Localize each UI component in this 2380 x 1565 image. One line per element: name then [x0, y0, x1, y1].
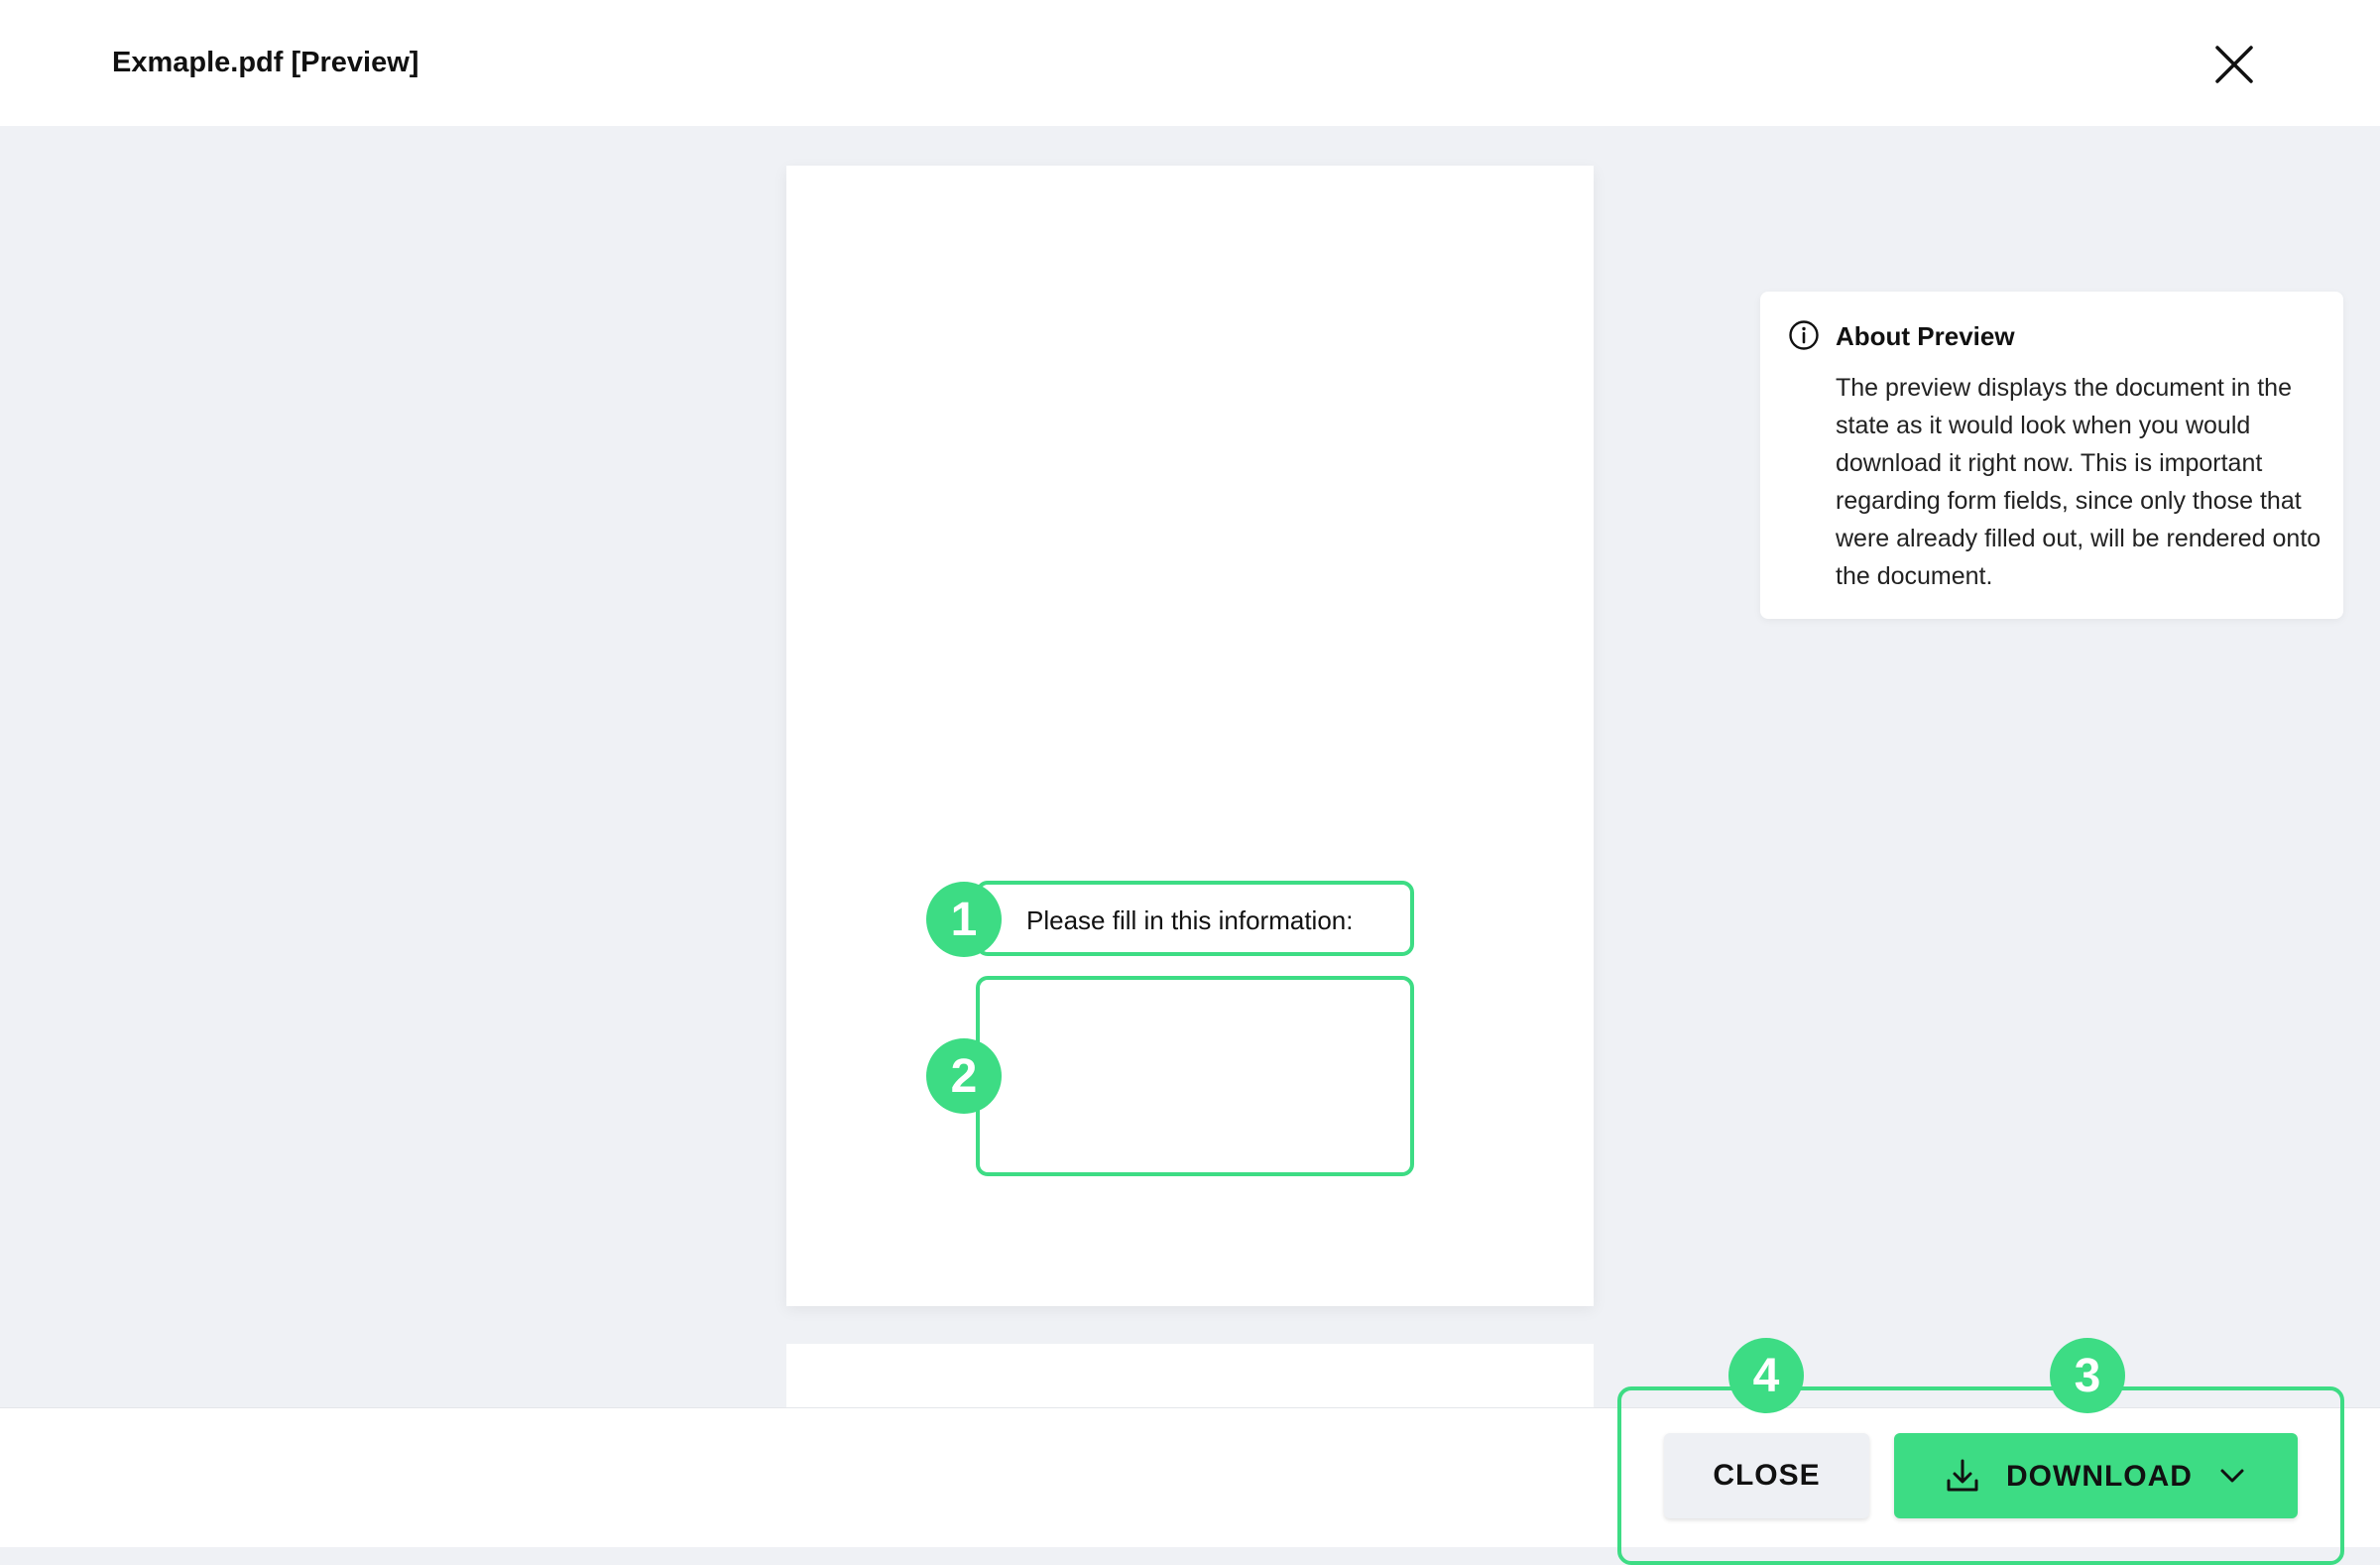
close-button[interactable]: CLOSE	[1664, 1433, 1869, 1518]
marker-2: 2	[926, 1038, 1002, 1114]
form-text-field[interactable]	[976, 976, 1414, 1176]
info-icon	[1789, 320, 1819, 350]
marker-1: 1	[926, 882, 1002, 957]
info-title: About Preview	[1836, 321, 2015, 351]
preview-stage: About Preview The preview displays the d…	[0, 126, 2380, 1413]
form-field-label: Please fill in this information:	[1026, 905, 1354, 935]
info-body: The preview displays the document in the…	[1836, 374, 2321, 590]
document-title: Exmaple.pdf [Preview]	[112, 47, 419, 78]
chevron-down-icon[interactable]	[2217, 1463, 2247, 1489]
preview-header: Exmaple.pdf [Preview]	[0, 0, 2380, 126]
marker-3: 3	[2050, 1338, 2125, 1413]
marker-4: 4	[1728, 1338, 1804, 1413]
document-page-2	[786, 1344, 1594, 1413]
about-preview-card: About Preview The preview displays the d…	[1760, 292, 2343, 619]
download-button[interactable]: DOWNLOAD	[1894, 1433, 2298, 1518]
download-icon	[1947, 1459, 1978, 1492]
close-icon[interactable]	[2213, 44, 2255, 85]
download-label: DOWNLOAD	[2006, 1460, 2193, 1493]
